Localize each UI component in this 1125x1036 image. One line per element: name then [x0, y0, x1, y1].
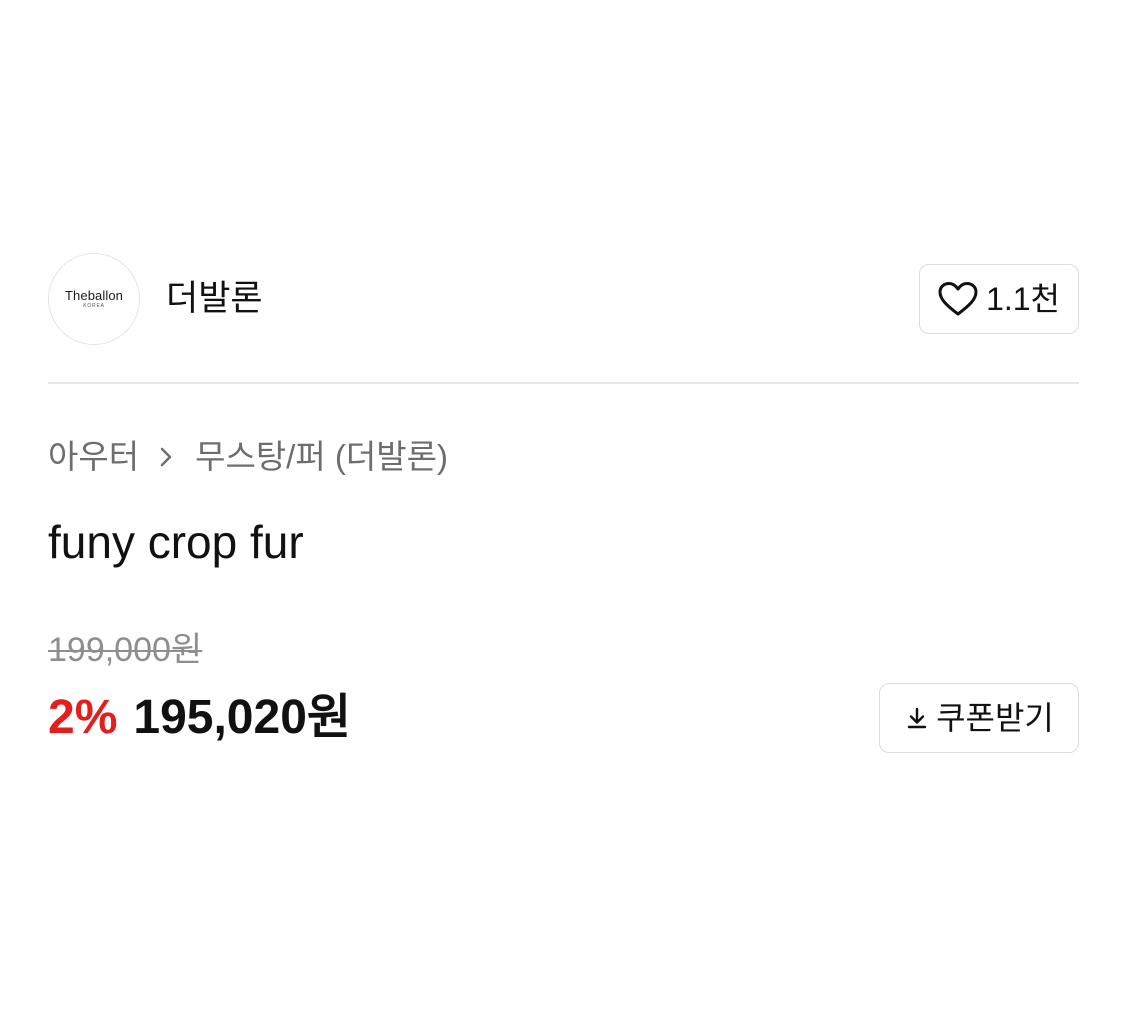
breadcrumb: 아우터 무스탕/퍼 (더발론) [48, 436, 448, 478]
breadcrumb-item-outer[interactable]: 아우터 [48, 436, 139, 478]
divider [48, 382, 1079, 384]
price-row: 2% 195,020원 [48, 690, 351, 746]
brand-logo-subtext: KOREA [83, 302, 105, 309]
discount-rate: 2% [48, 691, 118, 744]
brand-logo-text: Theballon [65, 287, 123, 303]
original-price: 199,000원 [48, 631, 203, 669]
like-button[interactable]: 1.1천 [919, 264, 1079, 334]
coupon-label: 쿠폰받기 [936, 700, 1054, 736]
product-title: funy crop fur [48, 516, 304, 568]
breadcrumb-item-category[interactable]: 무스탕/퍼 (더발론) [195, 436, 448, 478]
sale-price: 195,020원 [133, 691, 352, 744]
brand-name[interactable]: 더발론 [166, 279, 263, 319]
download-icon [904, 705, 930, 731]
brand-row: Theballon KOREA 더발론 1.1천 [48, 253, 1079, 347]
coupon-button[interactable]: 쿠폰받기 [879, 683, 1079, 753]
brand-logo[interactable]: Theballon KOREA [48, 253, 140, 345]
chevron-right-icon [151, 442, 181, 472]
like-count: 1.1천 [986, 281, 1060, 317]
heart-outline-icon [938, 281, 978, 317]
